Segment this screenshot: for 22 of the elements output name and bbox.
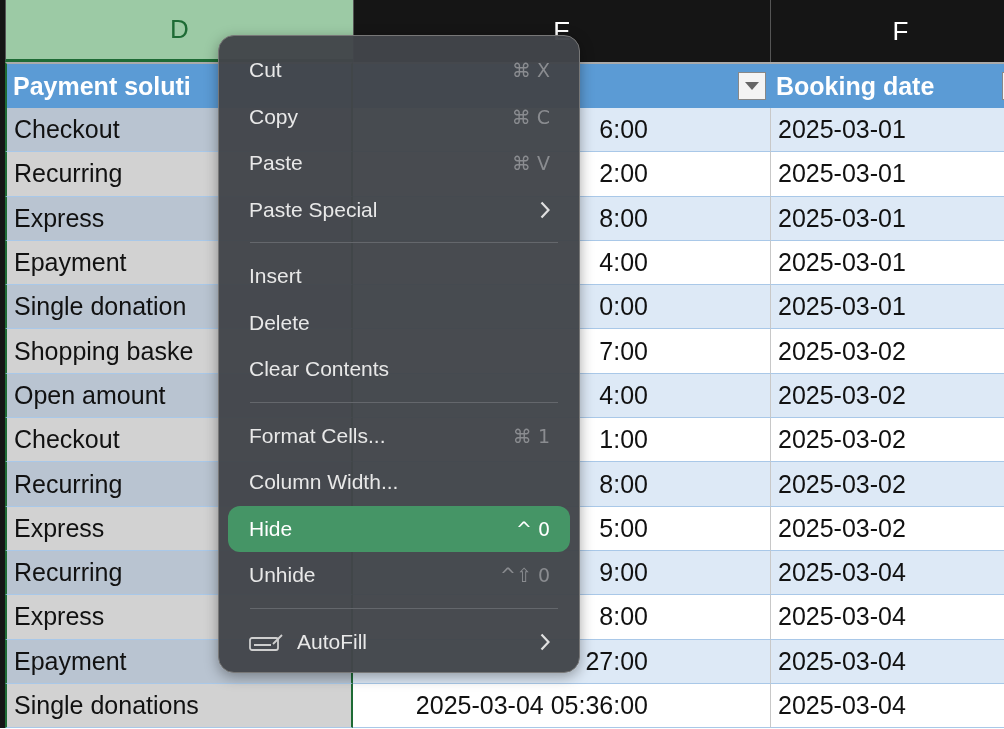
table-cell: 2025-03-02 bbox=[770, 506, 1004, 551]
table-cell: 2025-03-01 bbox=[770, 196, 1004, 241]
table-cell: 2025-03-04 bbox=[770, 550, 1004, 596]
table-cell: 2025-03-01 bbox=[770, 152, 1004, 197]
keyboard-pen-icon bbox=[249, 631, 285, 652]
table-cell: 2025-03-01 bbox=[770, 285, 1004, 330]
table-cell: 2025-03-04 bbox=[770, 639, 1004, 684]
table-cell: 2025-03-02 bbox=[770, 418, 1004, 463]
menu-item[interactable]: Hide ^ 0 bbox=[228, 505, 570, 552]
table-cell: 2025-03-01 bbox=[770, 240, 1004, 286]
table-cell: 2025-03-04 bbox=[770, 683, 1004, 729]
header-text: Payment soluti bbox=[13, 71, 191, 101]
table-cell: 2025-03-02 bbox=[770, 373, 1004, 419]
table-cell: 2025-03-01 bbox=[770, 108, 1004, 153]
triangle-down-icon bbox=[745, 82, 759, 90]
filter-dropdown-button[interactable] bbox=[738, 72, 766, 100]
column-header[interactable]: F bbox=[770, 0, 1004, 62]
header-text: Booking date bbox=[776, 71, 935, 101]
table-cell: 2025-03-04 bbox=[770, 595, 1004, 640]
table-cell: 2025-03-02 bbox=[770, 462, 1004, 507]
table-cell: 2025-03-02 bbox=[770, 329, 1004, 374]
table-cell: Single donations bbox=[5, 683, 353, 729]
